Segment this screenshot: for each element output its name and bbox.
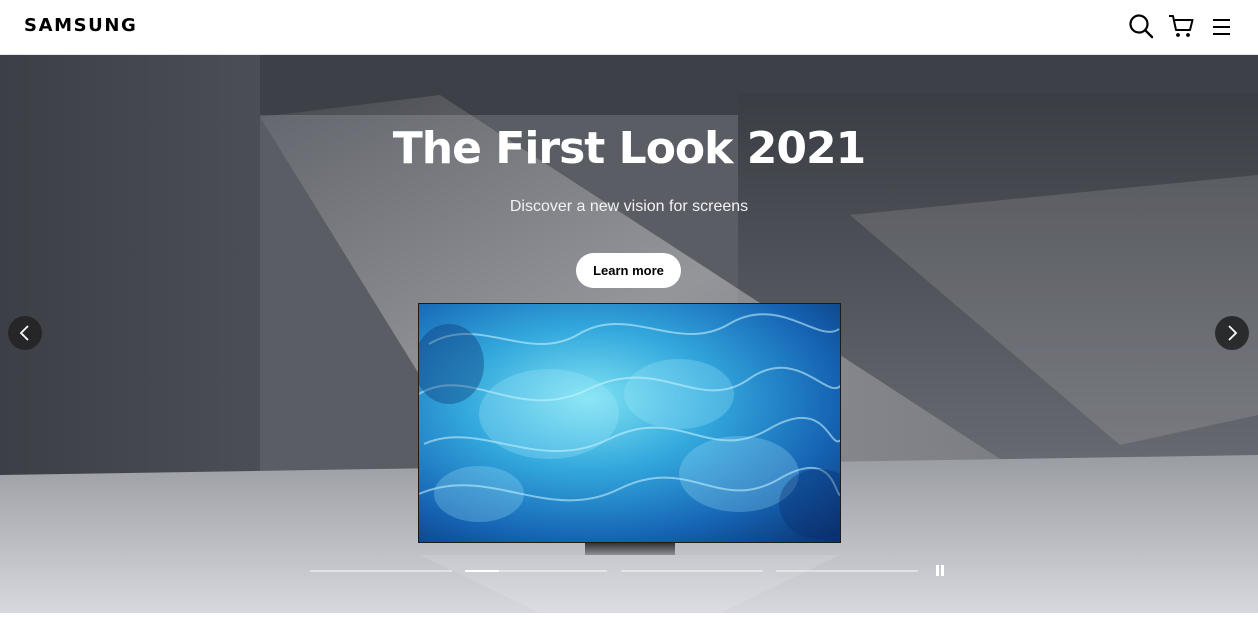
search-icon[interactable]	[1127, 12, 1155, 40]
carousel-indicator-1[interactable]	[310, 570, 452, 572]
pause-icon	[936, 565, 939, 576]
pause-button[interactable]	[934, 565, 946, 577]
learn-more-button[interactable]: Learn more	[576, 253, 681, 288]
water-ripple-pattern	[419, 313, 840, 539]
tv-product-image	[418, 303, 841, 543]
carousel-indicator-2[interactable]	[465, 570, 607, 572]
hero-banner: The First Look 2021 Discover a new visio…	[0, 55, 1258, 613]
previous-slide-button[interactable]	[8, 316, 42, 350]
hero-subtitle: Discover a new vision for screens	[509, 198, 749, 215]
chevron-right-icon	[1228, 325, 1238, 341]
carousel-indicator-3[interactable]	[621, 570, 763, 572]
tv-stand	[585, 543, 675, 555]
carousel-indicator-4[interactable]	[776, 570, 918, 572]
menu-icon[interactable]	[1207, 12, 1235, 40]
samsung-logo[interactable]: SAMSUNG	[24, 15, 137, 36]
next-slide-button[interactable]	[1215, 316, 1249, 350]
site-header: SAMSUNG	[0, 0, 1258, 55]
cart-icon[interactable]	[1167, 12, 1195, 40]
chevron-left-icon	[19, 325, 29, 341]
hero-title: The First Look 2021	[392, 123, 866, 174]
